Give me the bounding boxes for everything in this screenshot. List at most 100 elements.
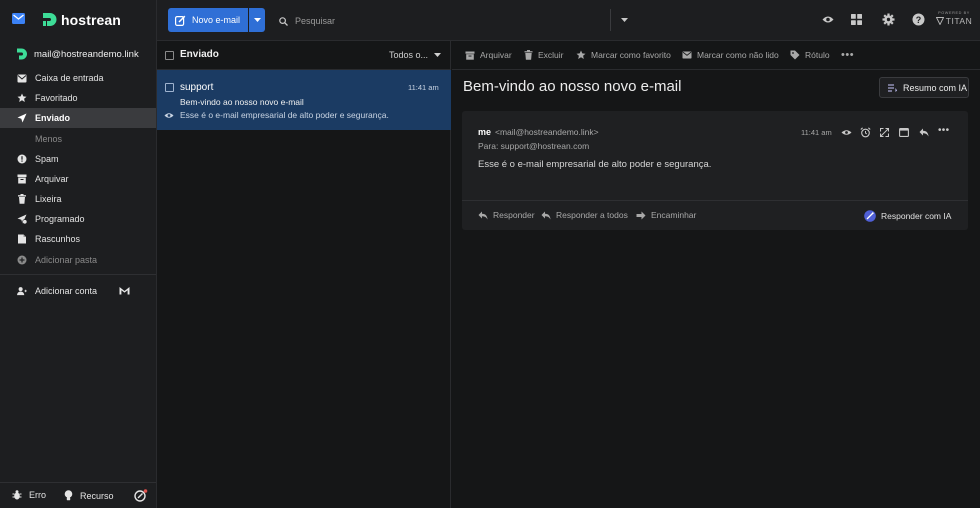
help-icon[interactable]: ?	[912, 13, 925, 26]
message-preview: Esse é o e-mail empresarial de alto pode…	[180, 110, 389, 120]
chevron-down-icon	[621, 18, 628, 22]
message-time: 11:41 am	[801, 128, 832, 137]
compose-icon	[175, 15, 186, 26]
archive-icon	[465, 51, 475, 60]
sidebar-item-label: Favoritado	[35, 93, 78, 103]
reply-all-button[interactable]: Responder a todos	[541, 210, 628, 220]
search-bar[interactable]: Pesquisar	[279, 12, 609, 30]
alarm-clock-icon[interactable]	[860, 127, 871, 138]
apps-grid-icon[interactable]	[851, 14, 862, 25]
search-icon	[279, 16, 288, 26]
powered-by-label: POWERED BY	[938, 11, 970, 15]
open-window-icon[interactable]	[899, 128, 909, 137]
reply-button[interactable]: Responder	[478, 210, 535, 220]
compose-button[interactable]: Novo e-mail	[168, 8, 248, 32]
svg-text:?: ?	[916, 15, 922, 25]
reply-label: Responder	[493, 210, 535, 220]
archive-button[interactable]: Arquivar	[465, 50, 512, 60]
sidebar-item-label: Menos	[35, 134, 63, 144]
feature-button[interactable]: Recurso	[64, 490, 114, 501]
error-label: Erro	[29, 490, 47, 500]
more-options-icon[interactable]: •••	[938, 125, 949, 136]
ai-summary-button[interactable]: Resumo com IA	[879, 77, 969, 98]
search-input[interactable]: Pesquisar	[295, 16, 335, 26]
message-card: me <mail@hostreandemo.link> Para: suppor…	[462, 111, 968, 230]
scheduled-icon	[17, 214, 27, 224]
reply-ai-label: Responder com IA	[881, 211, 952, 221]
mark-unread-button[interactable]: Marcar como não lido	[682, 50, 779, 60]
sidebar-item-label: Adicionar pasta	[35, 255, 98, 265]
add-account-label: Adicionar conta	[35, 286, 98, 296]
notifications-icon[interactable]	[134, 489, 148, 502]
compose-dropdown-button[interactable]	[249, 8, 265, 32]
sidebar-item-label: Enviado	[35, 113, 71, 123]
mark-favorite-button[interactable]: Marcar como favorito	[576, 50, 671, 60]
delete-button[interactable]: Excluir	[524, 50, 564, 60]
add-account-button[interactable]: Adicionar conta	[0, 281, 156, 301]
trash-icon	[17, 194, 27, 204]
message-checkbox[interactable]	[165, 83, 174, 92]
sender-name: me	[478, 127, 492, 137]
sidebar-item-trash[interactable]: Lixeira	[0, 189, 156, 209]
star-icon	[576, 50, 586, 59]
search-filter-dropdown[interactable]	[621, 18, 628, 22]
ai-summary-icon	[888, 84, 897, 92]
sender-email: <mail@hostreandemo.link>	[495, 127, 599, 137]
forward-label: Encaminhar	[651, 210, 697, 220]
sidebar-item-inbox[interactable]: Caixa de entrada	[0, 68, 156, 88]
message-list-header: Enviado Todos o...	[157, 41, 451, 70]
sidebar-item-favorites[interactable]: Favoritado	[0, 88, 156, 108]
bug-icon	[12, 490, 22, 500]
filter-dropdown[interactable]: Todos o...	[389, 50, 442, 60]
chevron-down-icon	[434, 53, 442, 57]
sidebar-item-scheduled[interactable]: Programado	[0, 209, 156, 229]
sidebar-item-label: Rascunhos	[35, 234, 81, 244]
archive-label: Arquivar	[480, 50, 512, 60]
account-switcher[interactable]: mail@hostreandemo.link	[14, 47, 139, 61]
send-icon	[17, 113, 27, 123]
message-subject: Bem-vindo ao nosso novo e-mail	[180, 97, 304, 107]
forward-button[interactable]: Encaminhar	[636, 210, 696, 220]
delete-label: Excluir	[538, 50, 564, 60]
message-body: Esse é o e-mail empresarial de alto pode…	[478, 159, 712, 170]
sidebar-item-label: Programado	[35, 214, 85, 224]
reply-ai-button[interactable]: Responder com IA	[864, 210, 951, 222]
recipient-line: Para: support@hostrean.com	[478, 141, 590, 151]
titan-label: TITAN	[945, 16, 973, 26]
expand-icon[interactable]	[880, 128, 889, 137]
label-button[interactable]: Rótulo	[790, 50, 830, 60]
tag-icon	[790, 50, 800, 60]
sidebar-item-drafts[interactable]: Rascunhos	[0, 229, 156, 249]
sidebar-item-archive[interactable]: Arquivar	[0, 169, 156, 189]
list-item[interactable]: support 11:41 am Bem-vindo ao nosso novo…	[157, 70, 451, 130]
more-options-icon[interactable]: •••	[841, 49, 854, 61]
filter-label: Todos o...	[389, 50, 429, 60]
add-folder-icon	[17, 255, 27, 265]
select-all-checkbox[interactable]	[165, 51, 174, 60]
reply-all-label: Responder a todos	[556, 210, 628, 220]
mark-unread-label: Marcar como não lido	[697, 50, 779, 60]
gmail-icon[interactable]	[119, 286, 130, 295]
reply-icon[interactable]	[919, 128, 929, 137]
error-button[interactable]: Erro	[12, 490, 46, 500]
sidebar-item-sent[interactable]: Enviado	[0, 108, 156, 128]
account-avatar-icon	[17, 48, 27, 60]
mail-app-icon[interactable]	[12, 13, 25, 24]
folder-title: Enviado	[180, 49, 219, 60]
eye-icon[interactable]	[822, 15, 834, 24]
sidebar: hostrean mail@hostreandemo.link Caixa de…	[0, 0, 157, 508]
sidebar-item-less[interactable]: Menos	[0, 129, 156, 149]
sidebar-footer-divider	[0, 482, 156, 483]
trash-icon	[524, 50, 533, 60]
eye-icon[interactable]	[841, 129, 852, 136]
email-subject: Bem-vindo ao nosso novo e-mail	[463, 78, 682, 95]
sidebar-item-add-folder[interactable]: Adicionar pasta	[0, 250, 156, 270]
read-status-eye-icon[interactable]	[164, 112, 174, 119]
inbox-icon	[17, 73, 27, 83]
sidebar-item-spam[interactable]: Spam	[0, 149, 156, 169]
message-time: 11:41 am	[408, 83, 439, 92]
spam-icon	[17, 154, 27, 164]
sidebar-item-label: Arquivar	[35, 174, 69, 184]
feature-label: Recurso	[80, 490, 114, 501]
gear-icon[interactable]	[882, 13, 895, 26]
